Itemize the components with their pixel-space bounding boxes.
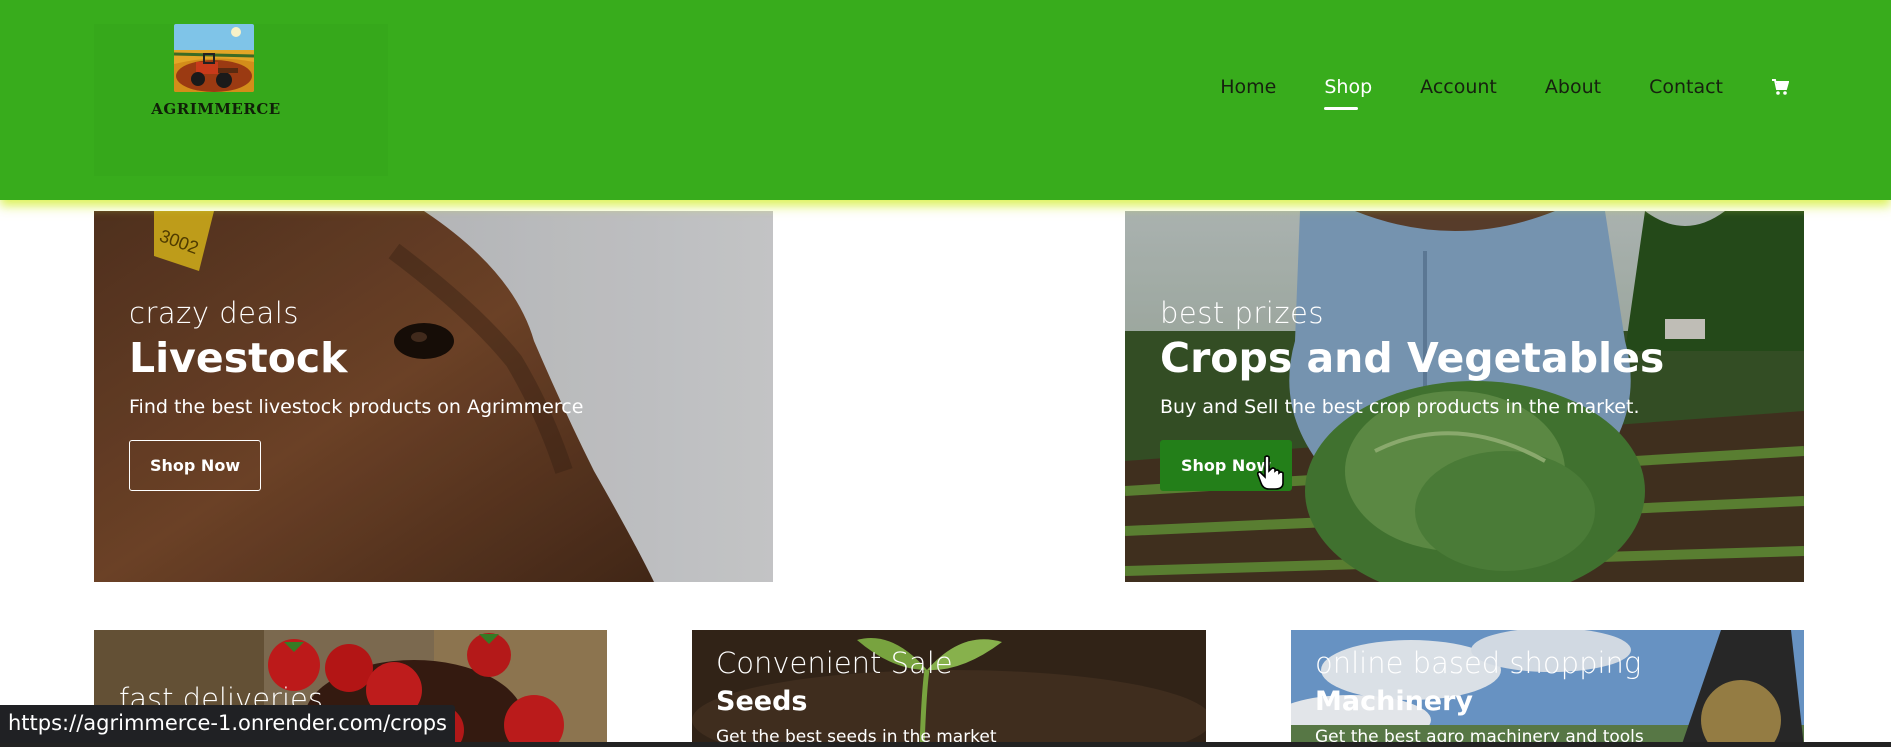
shopping-cart-icon[interactable] [1771, 78, 1791, 98]
banner-subtitle: crazy deals [129, 296, 299, 330]
site-header: AGRIMMERCE Home Shop Account About Conta… [0, 0, 1891, 200]
banner-subtitle: online based shopping [1315, 646, 1642, 680]
crops-banner: best prizes Crops and Vegetables Buy and… [1125, 211, 1804, 582]
livestock-banner-content: crazy deals Livestock Find the best live… [129, 296, 583, 491]
nav-home[interactable]: Home [1220, 76, 1276, 104]
machinery-banner: online based shopping Machinery Get the … [1291, 630, 1804, 747]
nav-account[interactable]: Account [1420, 76, 1497, 104]
link-preview-statusbar: https://agrimmerce-1.onrender.com/crops [0, 705, 455, 743]
banner-title: Crops and Vegetables [1160, 334, 1665, 382]
nav-about[interactable]: About [1545, 76, 1601, 104]
logo-image [174, 24, 254, 92]
nav-shop[interactable]: Shop [1324, 76, 1372, 110]
livestock-banner: 3002 crazy deals Livestock Find the best… [94, 211, 773, 582]
banner-title: Livestock [129, 334, 348, 382]
brand-name: AGRIMMERCE [151, 100, 281, 118]
banner-subtitle: Convenient Sale [716, 646, 953, 680]
seeds-banner-content: Convenient Sale Seeds Get the best seeds… [716, 646, 997, 747]
nav-contact[interactable]: Contact [1649, 76, 1723, 104]
banner-title: Machinery [1315, 686, 1474, 717]
hand-cursor-icon [1256, 455, 1285, 495]
seeds-banner: Convenient Sale Seeds Get the best seeds… [692, 630, 1206, 747]
machinery-banner-content: online based shopping Machinery Get the … [1315, 646, 1644, 747]
crops-banner-content: best prizes Crops and Vegetables Buy and… [1160, 296, 1664, 491]
banner-description: Find the best livestock products on Agri… [129, 396, 584, 418]
livestock-shop-now-button[interactable]: Shop Now [129, 440, 262, 491]
logo[interactable]: AGRIMMERCE [94, 24, 388, 176]
main-nav: Home Shop Account About Contact [1172, 76, 1791, 110]
banner-description: Buy and Sell the best crop products in t… [1160, 396, 1640, 418]
banner-subtitle: best prizes [1160, 296, 1325, 330]
banner-title: Seeds [716, 686, 808, 717]
